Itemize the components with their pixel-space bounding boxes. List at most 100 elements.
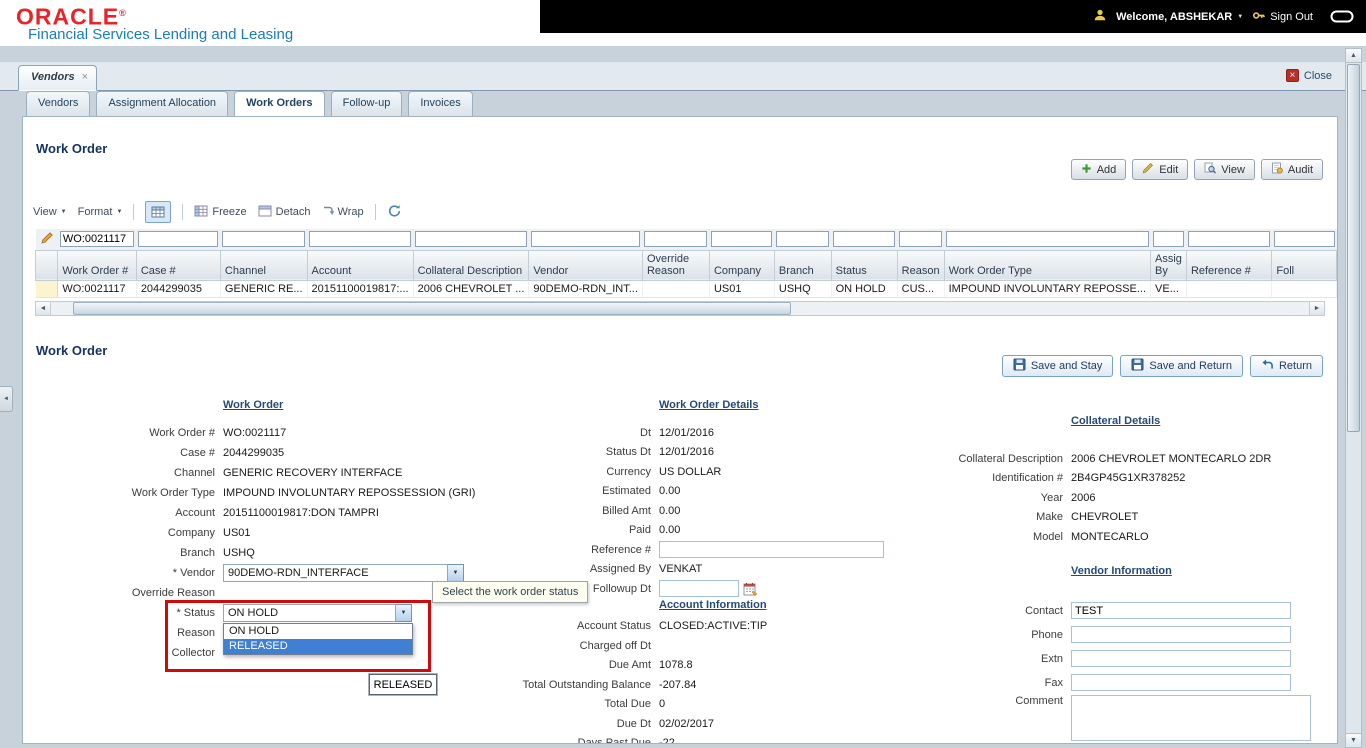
- refresh-icon[interactable]: [387, 204, 402, 221]
- status-select[interactable]: ON HOLD ▼: [223, 604, 412, 622]
- filter-input-case[interactable]: [138, 231, 218, 247]
- scrollbar-thumb[interactable]: [73, 302, 791, 315]
- add-icon: [1081, 163, 1092, 177]
- column-header-reference[interactable]: Reference #: [1186, 250, 1271, 280]
- filter-input-company[interactable]: [711, 231, 772, 247]
- tab-vendors-document[interactable]: Vendors ×: [18, 65, 97, 91]
- splitter-collapse-handle[interactable]: ◄: [0, 386, 13, 412]
- query-by-example-button[interactable]: [145, 201, 171, 223]
- format-menu[interactable]: Format ▼: [78, 206, 123, 218]
- column-header-status[interactable]: Status: [831, 250, 897, 280]
- freeze-button[interactable]: Freeze: [194, 205, 246, 220]
- tab-invoices[interactable]: Invoices: [408, 91, 472, 116]
- filter-input-override-reason[interactable]: [644, 231, 707, 247]
- filter-input-branch[interactable]: [776, 231, 829, 247]
- sign-out-label: Sign Out: [1270, 11, 1313, 23]
- user-menu[interactable]: Welcome, ABSHEKAR ▼: [1116, 11, 1243, 23]
- filter-row: [36, 229, 1337, 250]
- scrollbar-thumb[interactable]: [1347, 64, 1360, 432]
- cell-collateral-description: 2006 CHEVROLET ...: [413, 280, 529, 297]
- column-header-collateral-description[interactable]: Collateral Description: [413, 250, 529, 280]
- filter-input-reason[interactable]: [899, 231, 942, 247]
- filter-input-followup[interactable]: [1274, 231, 1335, 247]
- phone-input[interactable]: [1071, 626, 1291, 643]
- filter-input-status[interactable]: [833, 231, 895, 247]
- field-due-amt: Due Amt1078.8: [456, 656, 926, 676]
- sign-out-button[interactable]: Sign Out: [1252, 9, 1313, 25]
- status-dropdown-button[interactable]: ▼: [396, 604, 412, 622]
- reference-input[interactable]: [659, 541, 884, 558]
- scrollbar-track[interactable]: [51, 302, 1309, 315]
- add-button[interactable]: Add: [1071, 159, 1127, 180]
- column-header-company[interactable]: Company: [709, 250, 774, 280]
- section-heading-collateral-details: Collateral Details: [1071, 415, 1335, 433]
- scroll-up-button[interactable]: ▲: [1346, 49, 1361, 63]
- save-and-return-button[interactable]: Save and Return: [1120, 355, 1243, 377]
- calendar-icon[interactable]: [743, 582, 758, 596]
- released-button[interactable]: RELEASED: [369, 674, 437, 695]
- column-header-case[interactable]: Case #: [136, 250, 220, 280]
- grid-row[interactable]: WO:0021117 2044299035 GENERIC RE... 2015…: [36, 280, 1337, 297]
- contact-input[interactable]: [1071, 602, 1291, 619]
- followup-date-input[interactable]: [659, 580, 739, 597]
- filter-input-account[interactable]: [309, 231, 411, 247]
- cell-followup: [1272, 280, 1337, 297]
- grid-section-title: Work Order: [36, 141, 107, 156]
- extn-input[interactable]: [1071, 650, 1291, 667]
- toolbar-separator: [182, 204, 183, 220]
- page-vertical-scrollbar[interactable]: ▲ ▼: [1345, 48, 1362, 748]
- vendor-select[interactable]: 90DEMO-RDN_INTERFACE ▼: [223, 564, 464, 582]
- cell-reference: [1186, 280, 1271, 297]
- column-header-followup[interactable]: Foll: [1272, 250, 1337, 280]
- scroll-left-button[interactable]: ◄: [36, 302, 51, 315]
- tab-follow-up[interactable]: Follow-up: [331, 91, 403, 116]
- filter-input-work-order[interactable]: [60, 231, 134, 247]
- audit-button[interactable]: Audit: [1261, 159, 1323, 180]
- filter-input-work-order-type[interactable]: [946, 231, 1148, 247]
- scroll-right-button[interactable]: ►: [1309, 302, 1324, 315]
- tab-work-orders[interactable]: Work Orders: [234, 91, 324, 116]
- field-work-order-number: Work Order #WO:0021117: [35, 423, 480, 443]
- column-header-assigned-by[interactable]: Assig By: [1151, 250, 1187, 280]
- filter-input-assigned-by[interactable]: [1153, 231, 1185, 247]
- column-header-channel[interactable]: Channel: [220, 250, 307, 280]
- cell-vendor: 90DEMO-RDN_INT...: [529, 280, 643, 297]
- field-fax: Fax: [951, 671, 1335, 695]
- section-heading-work-order-details: Work Order Details: [659, 399, 926, 417]
- status-option-on-hold[interactable]: ON HOLD: [224, 624, 412, 639]
- tab-assignment-allocation[interactable]: Assignment Allocation: [96, 91, 228, 116]
- filter-input-vendor[interactable]: [531, 231, 641, 247]
- tab-vendors[interactable]: Vendors: [26, 91, 90, 116]
- edit-button[interactable]: Edit: [1132, 159, 1188, 180]
- grid-horizontal-scrollbar[interactable]: ◄ ►: [35, 301, 1325, 316]
- tab-close-icon[interactable]: ×: [82, 71, 88, 90]
- save-and-stay-button[interactable]: Save and Stay: [1002, 355, 1114, 377]
- scroll-down-button[interactable]: ▼: [1346, 733, 1361, 747]
- field-collateral-description: Collateral Description2006 CHEVROLET MON…: [951, 449, 1335, 469]
- filter-input-channel[interactable]: [222, 231, 305, 247]
- field-dt: Dt12/01/2016: [456, 423, 926, 443]
- fax-input[interactable]: [1071, 674, 1291, 691]
- column-header-branch[interactable]: Branch: [774, 250, 831, 280]
- row-marker-cell: [36, 280, 58, 297]
- view-menu[interactable]: View ▼: [33, 206, 67, 218]
- column-header-work-order[interactable]: Work Order #: [58, 250, 136, 280]
- wrap-button[interactable]: Wrap: [322, 205, 364, 220]
- status-option-released[interactable]: RELEASED: [224, 639, 412, 654]
- detach-button[interactable]: Detach: [258, 205, 311, 220]
- return-button[interactable]: Return: [1250, 355, 1323, 377]
- welcome-label: Welcome, ABSHEKAR: [1116, 11, 1232, 23]
- column-header-work-order-type[interactable]: Work Order Type: [944, 250, 1150, 280]
- view-button[interactable]: View: [1194, 159, 1255, 180]
- chevron-down-icon: ▼: [1237, 14, 1243, 20]
- filter-input-collateral[interactable]: [415, 231, 527, 247]
- comment-textarea[interactable]: [1071, 695, 1311, 741]
- column-header-vendor[interactable]: Vendor: [529, 250, 643, 280]
- marker-column-header: [36, 250, 58, 280]
- column-header-override-reason[interactable]: Override Reason: [642, 250, 709, 280]
- column-header-reason[interactable]: Reason: [897, 250, 944, 280]
- filter-input-reference[interactable]: [1188, 231, 1269, 247]
- close-button[interactable]: × Close: [1286, 69, 1332, 82]
- section-heading-work-order: Work Order: [223, 399, 480, 417]
- column-header-account[interactable]: Account: [307, 250, 413, 280]
